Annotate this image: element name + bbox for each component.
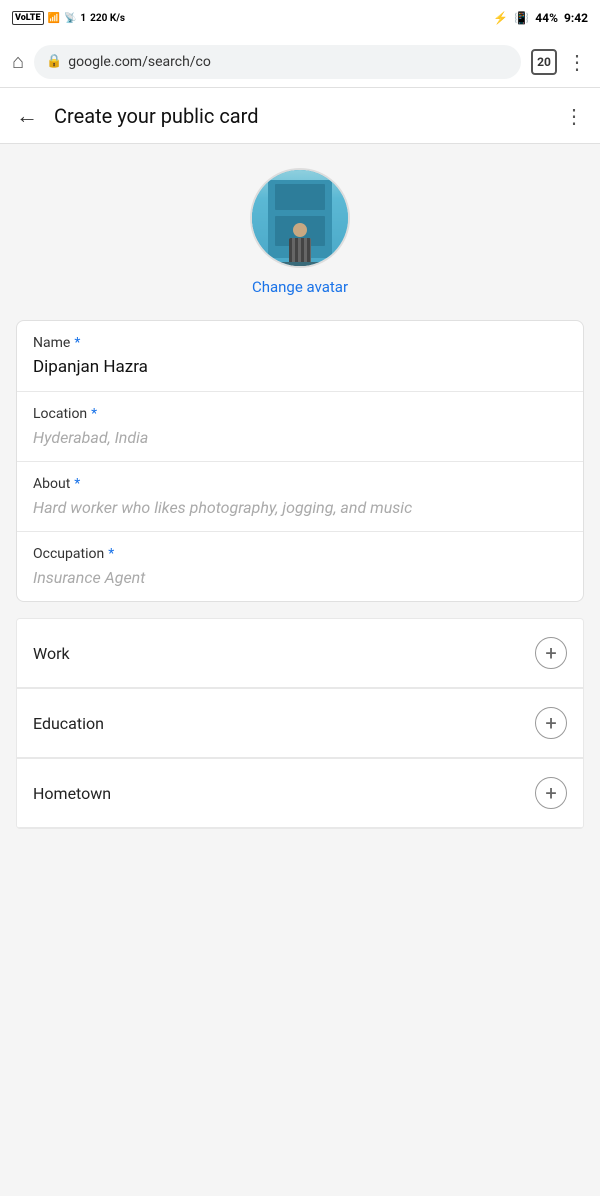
avatar-section: Change avatar xyxy=(16,168,584,296)
about-label-row: About * xyxy=(33,476,567,492)
url-bar[interactable]: 🔒 google.com/search/co xyxy=(34,45,521,79)
hometown-add-button[interactable]: + xyxy=(535,777,567,809)
avatar-image xyxy=(252,170,348,266)
education-plus-icon: + xyxy=(545,713,556,733)
avatar[interactable] xyxy=(250,168,350,268)
occupation-required: * xyxy=(108,546,114,562)
occupation-placeholder[interactable]: Insurance Agent xyxy=(33,568,567,587)
wifi-icon: 📡 xyxy=(64,13,76,24)
bluetooth-icon: ⚡ xyxy=(493,11,508,25)
url-text: google.com/search/co xyxy=(68,54,211,70)
about-required: * xyxy=(74,476,80,492)
about-placeholder[interactable]: Hard worker who likes photography, joggi… xyxy=(33,498,567,517)
hometown-section[interactable]: Hometown + xyxy=(17,759,583,828)
work-add-button[interactable]: + xyxy=(535,637,567,669)
work-label: Work xyxy=(33,644,70,663)
name-field[interactable]: Name * Dipanjan Hazra xyxy=(17,321,583,392)
header-menu-button[interactable]: ⋮ xyxy=(564,104,584,128)
network-signal: 📶 xyxy=(48,13,60,24)
change-avatar-button[interactable]: Change avatar xyxy=(252,278,348,296)
tab-count[interactable]: 20 xyxy=(531,49,557,75)
name-label-row: Name * xyxy=(33,335,567,351)
sim-number: 1 xyxy=(80,13,86,24)
home-icon[interactable]: ⌂ xyxy=(12,49,24,74)
name-value[interactable]: Dipanjan Hazra xyxy=(33,357,567,377)
location-label-row: Location * xyxy=(33,406,567,422)
name-label: Name xyxy=(33,335,70,351)
back-button[interactable]: ← xyxy=(16,103,38,129)
about-label: About xyxy=(33,476,70,492)
status-left: VoLTE 📶 📡 1 220 K/s xyxy=(12,11,125,25)
data-speed: 220 K/s xyxy=(90,13,125,24)
battery-percent: 44 xyxy=(535,11,549,25)
page-header: ← Create your public card ⋮ xyxy=(0,88,600,144)
education-section[interactable]: Education + xyxy=(17,689,583,758)
location-field[interactable]: Location * Hyderabad, India xyxy=(17,392,583,462)
location-required: * xyxy=(91,406,97,422)
education-label: Education xyxy=(33,714,104,733)
hometown-label: Hometown xyxy=(33,784,111,803)
lock-icon: 🔒 xyxy=(46,54,62,69)
browser-bar: ⌂ 🔒 google.com/search/co 20 ⋮ xyxy=(0,36,600,88)
form-card: Name * Dipanjan Hazra Location * Hyderab… xyxy=(16,320,584,602)
carrier-label: VoLTE xyxy=(12,11,44,25)
location-label: Location xyxy=(33,406,87,422)
page-title: Create your public card xyxy=(54,104,548,128)
work-section[interactable]: Work + xyxy=(17,619,583,688)
status-bar: VoLTE 📶 📡 1 220 K/s ⚡ 📳 44% 9:42 xyxy=(0,0,600,36)
work-plus-icon: + xyxy=(545,643,556,663)
location-placeholder[interactable]: Hyderabad, India xyxy=(33,428,567,447)
education-add-button[interactable]: + xyxy=(535,707,567,739)
battery-indicator: 44% xyxy=(535,11,558,25)
status-right: ⚡ 📳 44% 9:42 xyxy=(493,11,588,25)
vibrate-icon: 📳 xyxy=(514,11,529,25)
name-required: * xyxy=(74,335,80,351)
browser-menu-icon[interactable]: ⋮ xyxy=(567,50,588,74)
about-field[interactable]: About * Hard worker who likes photograph… xyxy=(17,462,583,532)
occupation-label-row: Occupation * xyxy=(33,546,567,562)
occupation-field[interactable]: Occupation * Insurance Agent xyxy=(17,532,583,601)
time-display: 9:42 xyxy=(564,11,588,25)
main-content: Change avatar Name * Dipanjan Hazra Loca… xyxy=(0,144,600,853)
hometown-plus-icon: + xyxy=(545,783,556,803)
occupation-label: Occupation xyxy=(33,546,104,562)
expandable-sections: Work + Education + Hometown + xyxy=(16,618,584,829)
